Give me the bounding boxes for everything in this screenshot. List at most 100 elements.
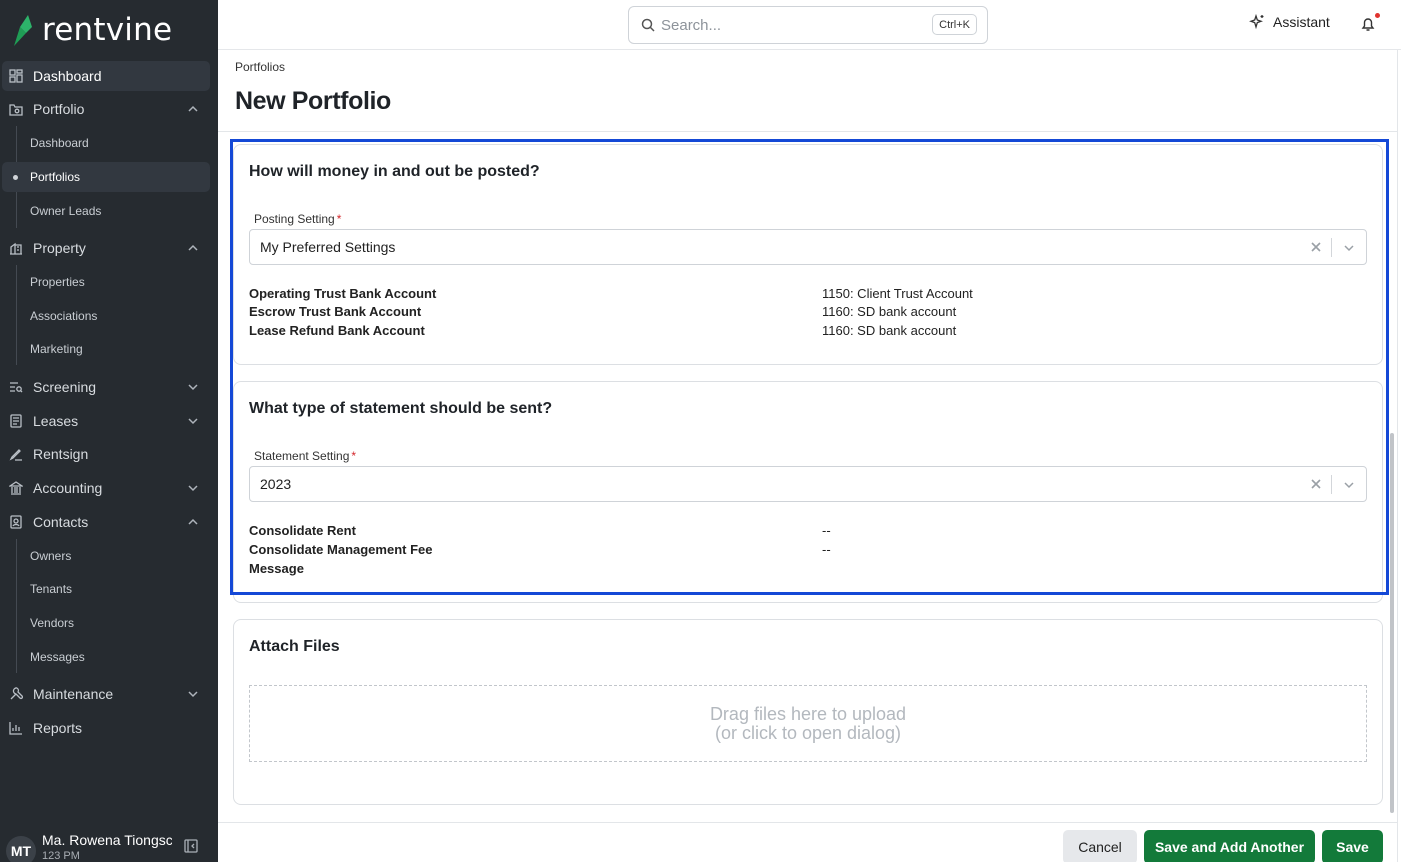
sidebar-subitem-dashboard[interactable]: Dashboard [2,128,210,158]
search-icon [641,18,655,32]
posting-settings-card: How will money in and out be posted? Pos… [233,144,1383,365]
sidebar-item-label: Leases [33,413,79,429]
search-placeholder: Search... [661,16,722,34]
clear-icon[interactable] [1310,241,1322,253]
sidebar-subitem-portfolios[interactable]: Portfolios [2,162,210,192]
sidebar-subitem-label: Portfolios [30,170,81,184]
chevron-down-icon[interactable] [1342,241,1356,255]
escrow-trust-label: Escrow Trust Bank Account [249,304,422,319]
scrollbar[interactable] [1390,433,1394,813]
sidebar-item-label: Contacts [33,514,89,530]
screening-icon [8,379,24,395]
sidebar-subitem-owner-leads[interactable]: Owner Leads [2,196,210,226]
select-separator [1331,238,1332,257]
sidebar-subitem-associations[interactable]: Associations [2,301,210,331]
sidebar-item-label: Property [33,240,86,256]
search-shortcut-badge: Ctrl+K [932,14,977,35]
chevron-down-icon [188,691,198,698]
lease-refund-label: Lease Refund Bank Account [249,323,425,338]
chevron-up-icon [188,105,198,112]
logo-leaf-icon [14,15,32,46]
sidebar-item-label: Reports [33,720,83,736]
sidebar-subitem-owners[interactable]: Owners [2,541,210,571]
contacts-icon [8,514,24,530]
sidebar-subitem-messages[interactable]: Messages [2,642,210,672]
attach-files-title: Attach Files [249,638,340,655]
operating-trust-value: 1150: Client Trust Account [822,286,973,301]
sidebar-item-accounting[interactable]: Accounting [2,473,210,503]
sidebar-item-leases[interactable]: Leases [2,406,210,436]
posting-setting-label: Posting Setting * [254,212,342,226]
clear-icon[interactable] [1310,478,1322,490]
sidebar-subitem-tenants[interactable]: Tenants [2,574,210,604]
posting-setting-value: My Preferred Settings [260,239,396,255]
consolidate-fee-value: -- [822,542,831,557]
sidebar-subitem-label: Owner Leads [30,204,102,218]
sidebar-item-screening[interactable]: Screening [2,372,210,402]
wrench-icon [8,686,24,702]
user-subtext: 123 PM [42,850,80,862]
sidebar-item-label: Dashboard [33,68,102,84]
user-name: Ma. Rowena Tiongsc [42,832,172,848]
search-input[interactable]: Search... Ctrl+K [628,6,988,44]
cancel-button[interactable]: Cancel [1063,830,1137,862]
page-title: New Portfolio [235,87,391,115]
signature-icon [8,446,24,462]
sidebar-item-portfolio[interactable]: Portfolio [2,94,210,124]
sidebar-item-label: Accounting [33,480,103,496]
sidebar-item-reports[interactable]: Reports [2,713,210,743]
file-dropzone[interactable]: Drag files here to upload (or click to o… [249,685,1367,762]
notification-badge [1375,13,1380,18]
sidebar-item-contacts[interactable]: Contacts [2,507,210,537]
chevron-down-icon [188,485,198,492]
sidebar-item-label: Screening [33,379,97,395]
statement-setting-value: 2023 [260,476,292,492]
attach-files-card: Attach Files Drag files here to upload (… [233,619,1383,805]
statement-setting-select[interactable]: 2023 [249,466,1367,502]
sidebar-item-label: Maintenance [33,686,114,702]
save-and-add-another-button[interactable]: Save and Add Another [1144,830,1315,862]
sidebar-subitem-label: Tenants [30,582,73,596]
save-button[interactable]: Save [1322,830,1383,862]
chevron-up-icon [188,518,198,525]
reports-icon [8,720,24,736]
top-bar: Search... Ctrl+K Assistant [218,0,1401,50]
dropzone-text: Drag files here to upload [709,703,907,724]
chevron-down-icon [188,384,198,391]
rentvine-logo[interactable]: rentvine [10,12,172,48]
lease-icon [8,413,24,429]
sparkle-icon [1249,14,1264,30]
collapse-sidebar-icon[interactable] [184,839,198,853]
sidebar-subitem-vendors[interactable]: Vendors [2,608,210,638]
assistant-button[interactable]: Assistant [1249,14,1330,30]
avatar: MT [6,836,36,862]
sidebar-subitem-label: Marketing [30,342,83,356]
notification-bell-icon[interactable] [1360,16,1376,32]
active-dot [13,175,18,180]
chevron-down-icon [188,418,198,425]
consolidate-rent-value: -- [822,523,831,538]
sidebar-subitem-marketing[interactable]: Marketing [2,334,210,364]
sidebar-subitem-properties[interactable]: Properties [2,267,210,297]
sidebar-item-dashboard[interactable]: Dashboard [2,61,210,91]
header-divider [218,131,1398,132]
posting-setting-select[interactable]: My Preferred Settings [249,229,1367,265]
sidebar-item-rentsign[interactable]: Rentsign [2,439,210,469]
breadcrumb[interactable]: Portfolios [235,60,285,74]
logo-text: rentvine [42,12,173,48]
sidebar-subitem-label: Vendors [30,616,75,630]
building-icon [8,240,24,256]
message-label: Message [249,561,304,576]
assistant-label: Assistant [1273,14,1330,30]
escrow-trust-value: 1160: SD bank account [822,304,957,319]
sidebar-subitem-label: Owners [30,549,72,563]
select-separator [1331,475,1332,494]
sidebar-item-property[interactable]: Property [2,233,210,263]
consolidate-rent-label: Consolidate Rent [249,523,356,538]
chevron-down-icon[interactable] [1342,478,1356,492]
user-profile[interactable]: MT Ma. Rowena Tiongsc 123 PM [0,822,218,862]
consolidate-fee-label: Consolidate Management Fee [249,542,433,557]
sidebar-item-maintenance[interactable]: Maintenance [2,679,210,709]
sidebar: rentvine Dashboard Portfolio Dashboard P… [0,0,218,862]
bank-icon [8,480,24,496]
